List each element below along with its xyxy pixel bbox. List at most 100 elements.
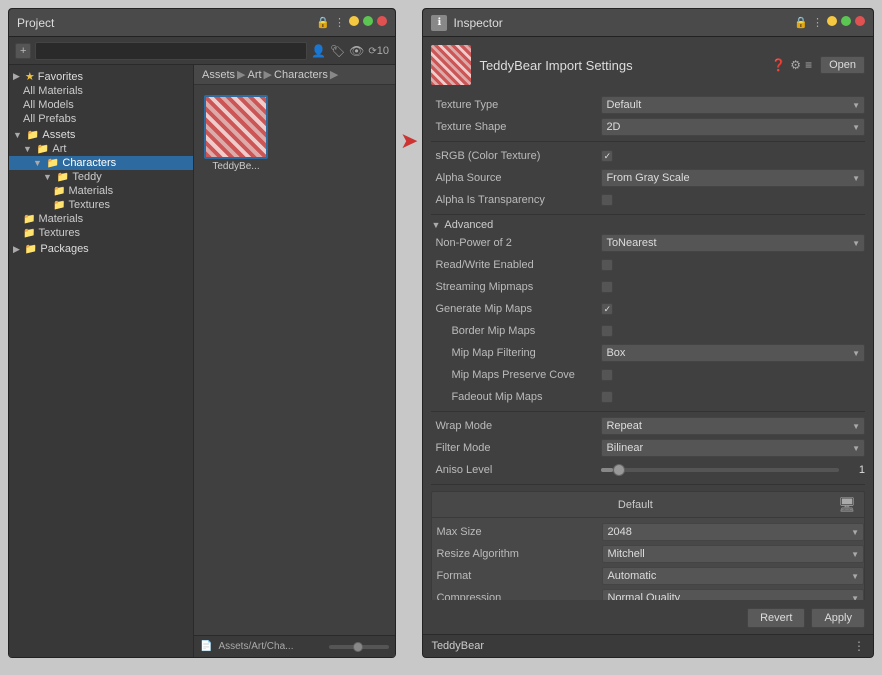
resize-algorithm-dropdown[interactable]: Mitchell ▼ <box>602 545 864 563</box>
star-icon: ★ <box>25 70 35 83</box>
inspector-panel-title: Inspector <box>453 16 502 30</box>
settings-icon[interactable]: ⚙ <box>790 58 801 72</box>
format-row: Format Automatic ▼ <box>432 566 864 586</box>
sidebar-item-materials[interactable]: 📁 Materials <box>9 184 193 198</box>
generate-mip-checkbox[interactable] <box>601 303 613 315</box>
menu-icon[interactable]: ≡ <box>805 58 812 72</box>
max-size-control: 2048 ▼ <box>602 523 864 541</box>
materials-folder-icon: 📁 <box>53 186 65 197</box>
resize-algorithm-value: Mitchell <box>607 548 644 560</box>
max-size-value: 2048 <box>607 526 631 538</box>
generate-mip-row: Generate Mip Maps <box>431 299 865 319</box>
asset-preview-pattern <box>431 45 471 85</box>
filter-mode-row: Filter Mode Bilinear ▼ <box>431 438 865 458</box>
project-panel: Project 🔒 ⋮ + 👤 🏷 👁 ⟳10 <box>8 8 396 658</box>
max-size-dropdown[interactable]: 2048 ▼ <box>602 523 864 541</box>
format-dropdown[interactable]: Automatic ▼ <box>602 567 864 585</box>
close-btn[interactable] <box>377 16 387 26</box>
wrap-mode-dropdown[interactable]: Repeat ▼ <box>601 417 865 435</box>
art-arrow: ▼ <box>23 144 32 154</box>
sidebar-item-favorites[interactable]: ▶ ★ Favorites <box>9 69 193 84</box>
inspector-panel: ℹ Inspector 🔒 ⋮ TeddyBear Import Setting… <box>422 8 874 658</box>
sidebar-item-teddy[interactable]: ▼ 📁 Teddy <box>9 170 193 184</box>
advanced-label: Advanced <box>444 219 493 231</box>
aniso-slider-track[interactable] <box>601 468 839 472</box>
non-power-dropdown[interactable]: ToNearest ▼ <box>601 234 865 252</box>
sidebar-item-art[interactable]: ▼ 📁 Art <box>9 142 193 156</box>
art-label: Art <box>52 143 66 155</box>
zoom-slider[interactable] <box>329 645 389 649</box>
streaming-mipmaps-checkbox[interactable] <box>601 281 613 293</box>
texture-type-dropdown[interactable]: Default ▼ <box>601 96 865 114</box>
help-icon[interactable]: ❓ <box>771 58 786 72</box>
inspector-minimize-btn[interactable] <box>827 16 837 26</box>
srgb-control <box>601 150 865 162</box>
aniso-slider-value: 1 <box>845 464 865 476</box>
texture-shape-dropdown[interactable]: 2D ▼ <box>601 118 865 136</box>
border-mip-checkbox[interactable] <box>601 325 613 337</box>
wrap-mode-label: Wrap Mode <box>431 420 601 432</box>
texture-shape-row: Texture Shape 2D ▼ <box>431 117 865 137</box>
platform-header: Default 🖥 <box>432 492 864 518</box>
srgb-checkbox[interactable] <box>601 150 613 162</box>
texture-type-label: Texture Type <box>431 99 601 111</box>
sidebar-item-all-prefabs[interactable]: All Prefabs <box>9 112 193 126</box>
fadeout-mip-checkbox[interactable] <box>601 391 613 403</box>
separator-4 <box>431 484 865 485</box>
lock-icon: 🔒 <box>316 16 330 29</box>
sidebar-item-all-models[interactable]: All Models <box>9 98 193 112</box>
breadcrumb-assets[interactable]: Assets <box>202 69 235 81</box>
alpha-source-dropdown[interactable]: From Gray Scale ▼ <box>601 169 865 187</box>
tag-icon[interactable]: 🏷 <box>330 44 345 58</box>
sidebar-item-root-materials[interactable]: 📁 Materials <box>9 212 193 226</box>
sidebar-item-characters[interactable]: ▼ 📁 Characters <box>9 156 193 170</box>
compression-dropdown[interactable]: Normal Quality ▼ <box>602 589 864 600</box>
packages-arrow: ▶ <box>13 244 20 255</box>
alpha-transparency-row: Alpha Is Transparency <box>431 190 865 210</box>
revert-button[interactable]: Revert <box>747 608 805 628</box>
eye-icon[interactable]: 👁 <box>349 44 364 58</box>
inspector-maximize-btn[interactable] <box>841 16 851 26</box>
read-write-checkbox[interactable] <box>601 259 613 271</box>
format-control: Automatic ▼ <box>602 567 864 585</box>
separator-3 <box>431 411 865 412</box>
person-icon[interactable]: 👤 <box>311 44 326 58</box>
bottom-menu-icon[interactable]: ⋮ <box>853 639 865 653</box>
sidebar-item-all-materials[interactable]: All Materials <box>9 84 193 98</box>
maximize-btn[interactable] <box>363 16 373 26</box>
root-textures-label: Textures <box>38 227 80 239</box>
inspector-close-btn[interactable] <box>855 16 865 26</box>
minimize-btn[interactable] <box>349 16 359 26</box>
sidebar-item-assets[interactable]: ▼ 📁 Assets <box>9 128 193 142</box>
apply-button[interactable]: Apply <box>811 608 865 628</box>
mip-filtering-dropdown[interactable]: Box ▼ <box>601 344 865 362</box>
sidebar-item-packages[interactable]: ▶ 📁 Packages <box>9 242 193 256</box>
all-models-label: All Models <box>23 99 74 111</box>
resize-algorithm-row: Resize Algorithm Mitchell ▼ <box>432 544 864 564</box>
texture-shape-value: 2D <box>606 121 620 133</box>
filter-mode-dropdown[interactable]: Bilinear ▼ <box>601 439 865 457</box>
assets-arrow: ▼ <box>13 130 22 140</box>
max-size-arrow: ▼ <box>851 528 859 537</box>
inspector-panel-header: ℹ Inspector 🔒 ⋮ <box>423 9 873 37</box>
inspector-bottom-bar: TeddyBear ⋮ <box>423 634 873 657</box>
alpha-transparency-checkbox[interactable] <box>601 194 613 206</box>
advanced-section-header[interactable]: ▼ Advanced <box>431 219 865 231</box>
open-button[interactable]: Open <box>820 56 865 74</box>
list-item[interactable]: TeddyBe... <box>202 93 270 174</box>
breadcrumb: Assets ▶ Art ▶ Characters ▶ <box>194 65 395 85</box>
resize-algorithm-arrow: ▼ <box>851 550 859 559</box>
search-input[interactable] <box>35 42 307 60</box>
add-button[interactable]: + <box>15 43 31 59</box>
breadcrumb-sep-2: ▶ <box>264 68 272 81</box>
alpha-source-arrow: ▼ <box>852 174 860 183</box>
sidebar-item-textures[interactable]: 📁 Textures <box>9 198 193 212</box>
favorites-section: ▶ ★ Favorites All Materials All Models A… <box>9 69 193 126</box>
sidebar-item-root-textures[interactable]: 📁 Textures <box>9 226 193 240</box>
teddy-label: Teddy <box>72 171 101 183</box>
compression-row: Compression Normal Quality ▼ <box>432 588 864 600</box>
asset-preview-thumbnail <box>431 45 471 85</box>
breadcrumb-characters[interactable]: Characters <box>274 69 328 81</box>
breadcrumb-art[interactable]: Art <box>247 69 261 81</box>
mip-preserve-checkbox[interactable] <box>601 369 613 381</box>
